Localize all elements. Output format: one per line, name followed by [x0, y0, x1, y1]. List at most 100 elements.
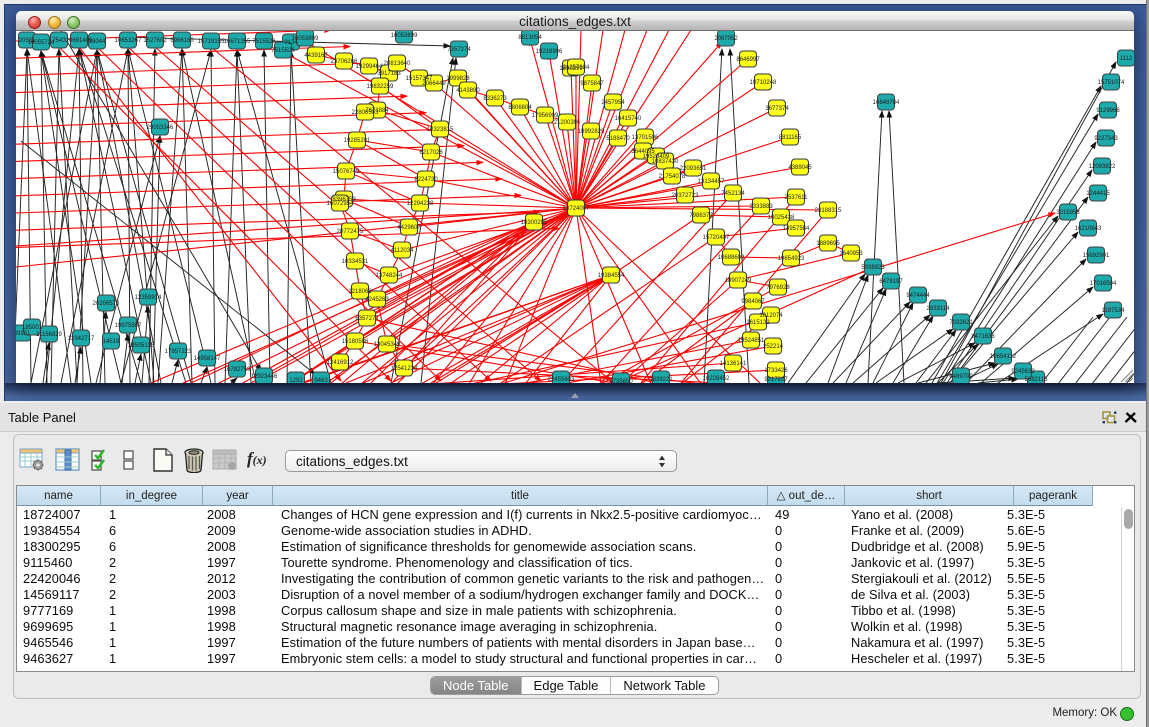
svg-text:20372723: 20372723 [672, 193, 699, 199]
svg-text:16072954: 16072954 [327, 201, 354, 207]
svg-text:17957223: 17957223 [165, 349, 192, 355]
svg-text:12359914: 12359914 [135, 295, 162, 301]
svg-text:16415740: 16415740 [615, 116, 642, 122]
svg-text:23188315: 23188315 [815, 208, 842, 214]
svg-text:10025438: 10025438 [768, 215, 795, 221]
svg-text:19832259: 19832259 [367, 84, 394, 90]
svg-text:13134457: 13134457 [698, 179, 725, 185]
svg-text:22455603: 22455603 [548, 377, 575, 383]
svg-text:1615132: 1615132 [746, 320, 770, 326]
svg-text:1218062: 1218062 [348, 289, 372, 295]
svg-text:21200396: 21200396 [554, 120, 581, 126]
svg-text:8336273: 8336273 [483, 96, 507, 102]
svg-text:15692901: 15692901 [1083, 253, 1110, 259]
svg-text:18992829: 18992829 [578, 129, 605, 135]
svg-text:12093822: 12093822 [1089, 164, 1116, 170]
svg-text:20206576: 20206576 [93, 301, 120, 307]
svg-text:19524851: 19524851 [738, 338, 765, 344]
svg-text:10334531: 10334531 [342, 259, 369, 265]
svg-text:7986372: 7986372 [689, 213, 713, 219]
svg-text:17016504: 17016504 [1090, 281, 1117, 287]
svg-text:6357277: 6357277 [355, 316, 379, 322]
svg-text:19654923: 19654923 [778, 256, 805, 262]
svg-text:9474444: 9474444 [906, 293, 930, 299]
svg-text:16782759: 16782759 [224, 367, 251, 373]
svg-text:15180586: 15180586 [342, 339, 369, 345]
svg-text:2537611: 2537611 [785, 195, 809, 201]
svg-text:3215958: 3215958 [1056, 210, 1080, 216]
svg-text:8813054: 8813054 [518, 35, 542, 41]
svg-text:19218906: 19218906 [536, 49, 563, 55]
svg-text:16648784: 16648784 [873, 100, 900, 106]
svg-text:10688609: 10688609 [718, 255, 745, 261]
svg-text:7543: 7543 [52, 38, 66, 44]
svg-text:4389045: 4389045 [788, 165, 812, 171]
svg-text:19384554: 19384554 [598, 273, 625, 279]
svg-text:14519: 14519 [103, 339, 120, 345]
svg-text:9463: 9463 [314, 378, 328, 383]
svg-text:7515526: 7515526 [252, 39, 276, 45]
svg-text:12294238: 12294238 [407, 201, 434, 207]
svg-text:9217207: 9217207 [764, 377, 788, 383]
svg-text:18724007: 18724007 [563, 206, 590, 212]
svg-text:1112: 1112 [1120, 56, 1133, 62]
svg-text:14957584: 14957584 [783, 226, 810, 232]
svg-text:2933114: 2933114 [927, 306, 951, 312]
svg-text:15751074: 15751074 [1098, 80, 1125, 86]
svg-text:5938923: 5938923 [861, 265, 885, 271]
svg-text:185001: 185001 [22, 325, 43, 331]
svg-text:7452134: 7452134 [721, 191, 745, 197]
svg-text:4439167: 4439167 [304, 53, 328, 59]
svg-text:2087052: 2087052 [714, 36, 738, 42]
svg-text:5682115: 5682115 [1025, 377, 1049, 383]
svg-text:1292: 1292 [289, 378, 303, 383]
svg-text:7976928: 7976928 [766, 285, 790, 291]
svg-text:13505135: 13505135 [128, 343, 155, 349]
svg-text:14136141: 14136141 [720, 361, 747, 367]
svg-text:20772475: 20772475 [337, 229, 364, 235]
svg-text:10837430: 10837430 [652, 159, 679, 165]
svg-text:29053346: 29053346 [147, 125, 174, 131]
svg-text:16671355: 16671355 [224, 39, 251, 45]
svg-text:16210643: 16210643 [1075, 226, 1102, 232]
svg-text:4112034: 4112034 [391, 248, 415, 254]
svg-text:1733426: 1733426 [764, 368, 788, 374]
svg-text:4735650: 4735650 [609, 379, 633, 383]
svg-text:9245632: 9245632 [1011, 369, 1035, 375]
svg-text:8224730: 8224730 [414, 177, 438, 183]
svg-text:18044: 18044 [89, 39, 106, 45]
svg-text:8811165: 8811165 [779, 135, 802, 141]
svg-text:6479197: 6479197 [879, 279, 903, 285]
svg-text:10710248: 10710248 [750, 80, 777, 86]
svg-text:8646997: 8646997 [736, 57, 760, 63]
svg-text:21257684: 21257684 [563, 65, 590, 71]
svg-text:10323815: 10323815 [427, 127, 454, 133]
svg-text:252214: 252214 [763, 344, 784, 350]
svg-text:1244415: 1244415 [1086, 191, 1110, 197]
svg-text:7515526: 7515526 [271, 48, 295, 54]
svg-text:20813640: 20813640 [384, 61, 411, 67]
svg-text:1889695: 1889695 [816, 241, 840, 247]
svg-text:22806503: 22806503 [352, 110, 379, 116]
svg-text:3333883: 3333883 [749, 204, 773, 210]
svg-text:1839221: 1839221 [649, 377, 673, 383]
svg-text:19285201: 19285201 [344, 138, 371, 144]
svg-text:10654112: 10654112 [990, 354, 1017, 360]
svg-text:39151: 39151 [16, 331, 31, 337]
svg-text:17956909: 17956909 [532, 113, 559, 119]
svg-text:21754078: 21754078 [659, 174, 686, 180]
svg-text:8806804: 8806804 [508, 105, 532, 111]
svg-text:3677374: 3677374 [765, 106, 789, 112]
svg-text:10719155: 10719155 [198, 39, 225, 45]
svg-text:4143890: 4143890 [456, 88, 480, 94]
svg-text:16053809: 16053809 [391, 33, 418, 39]
svg-text:18300295: 18300295 [521, 220, 548, 226]
svg-text:9875847: 9875847 [580, 81, 604, 87]
svg-text:7032621: 7032621 [949, 320, 973, 326]
svg-text:10228452: 10228452 [703, 376, 730, 382]
svg-text:7357274: 7357274 [447, 47, 471, 53]
svg-text:12342717: 12342717 [68, 336, 95, 342]
svg-text:3917183: 3917183 [377, 71, 401, 77]
svg-text:19299464: 19299464 [356, 64, 383, 70]
svg-text:19975887: 19975887 [115, 323, 142, 329]
